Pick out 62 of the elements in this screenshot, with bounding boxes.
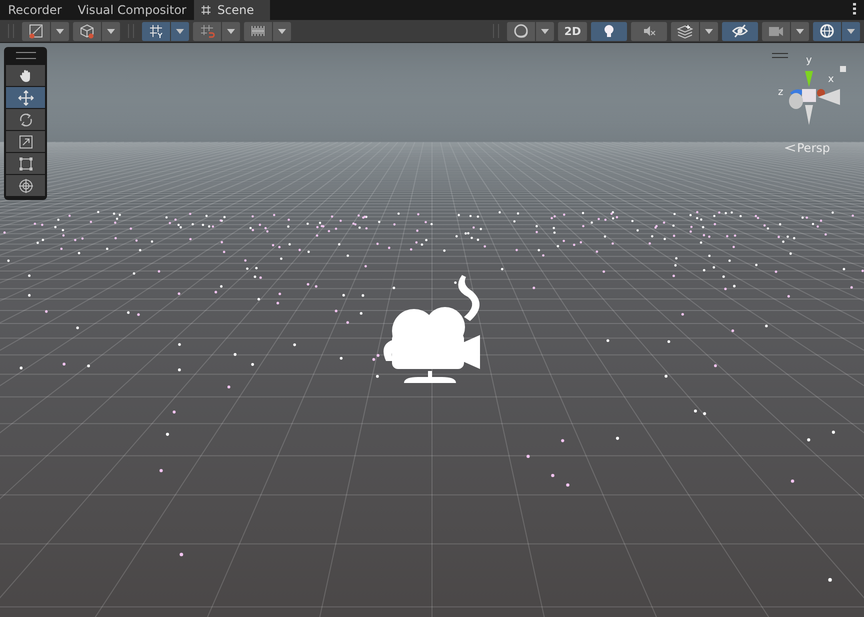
toolbar-button[interactable] bbox=[244, 22, 272, 40]
layers-icon bbox=[677, 23, 693, 39]
cube-icon bbox=[79, 23, 95, 39]
dropdown-button[interactable] bbox=[222, 22, 240, 40]
axis-label: z bbox=[778, 87, 784, 98]
scale-icon bbox=[18, 134, 34, 150]
toolbar-button[interactable] bbox=[631, 22, 667, 40]
more-options-icon[interactable] bbox=[853, 3, 856, 15]
ruler-icon bbox=[250, 23, 266, 39]
axis-label: x bbox=[828, 74, 834, 85]
rect-tool-icon bbox=[18, 156, 34, 172]
dropdown-button[interactable] bbox=[171, 22, 189, 40]
toolbar-button[interactable] bbox=[73, 22, 101, 40]
dropdown-button[interactable] bbox=[273, 22, 291, 40]
tool-button[interactable] bbox=[6, 175, 45, 196]
caret-icon bbox=[705, 28, 713, 34]
axis-label: y bbox=[806, 55, 812, 66]
snap-grid-icon bbox=[199, 23, 215, 39]
dropdown-button[interactable] bbox=[536, 22, 554, 40]
transform-icon bbox=[18, 178, 34, 194]
draw-mode-icon bbox=[28, 23, 44, 39]
caret-icon bbox=[227, 28, 235, 34]
caret-icon bbox=[796, 28, 804, 34]
tool-button[interactable] bbox=[6, 131, 45, 152]
menu-icon[interactable] bbox=[772, 53, 788, 58]
toolbar-button[interactable]: 2D bbox=[558, 22, 587, 40]
toolbar-button[interactable] bbox=[507, 22, 536, 40]
grid-icon bbox=[148, 23, 164, 39]
caret-icon bbox=[278, 28, 286, 34]
hidden-eye-icon bbox=[732, 23, 748, 39]
sphere-icon bbox=[513, 23, 530, 39]
caret-icon bbox=[541, 28, 550, 34]
dropdown-button[interactable] bbox=[51, 22, 69, 40]
caret-icon bbox=[107, 28, 115, 34]
toolbar-button[interactable] bbox=[722, 22, 758, 40]
caret-icon bbox=[176, 28, 184, 34]
drag-handle[interactable] bbox=[16, 52, 36, 59]
tool-button[interactable] bbox=[6, 109, 45, 130]
chevron-icon bbox=[785, 144, 795, 152]
dropdown-button[interactable] bbox=[700, 22, 718, 40]
toolbar-button[interactable] bbox=[762, 22, 790, 40]
dropdown-button[interactable] bbox=[791, 22, 809, 40]
panel-tab[interactable]: Recorder bbox=[0, 0, 70, 20]
tool-button[interactable] bbox=[6, 87, 45, 108]
dropdown-button[interactable] bbox=[102, 22, 120, 40]
gizmo-globe-icon bbox=[819, 23, 835, 39]
move-arrows-icon bbox=[18, 90, 34, 106]
dropdown-button[interactable] bbox=[842, 22, 860, 40]
tool-button[interactable] bbox=[6, 153, 45, 174]
caret-icon bbox=[56, 28, 64, 34]
hash-icon bbox=[200, 4, 212, 16]
toolbar-button[interactable] bbox=[591, 22, 627, 40]
toolbar-button[interactable] bbox=[22, 22, 50, 40]
rotate-icon bbox=[18, 112, 34, 128]
caret-icon bbox=[847, 28, 855, 34]
toolbar-button[interactable] bbox=[671, 22, 699, 40]
panel-tab[interactable]: Scene bbox=[194, 0, 270, 20]
toolbar-button[interactable] bbox=[142, 22, 170, 40]
toolbar-button[interactable] bbox=[813, 22, 841, 40]
toolbar-button[interactable] bbox=[193, 22, 221, 40]
tool-button[interactable] bbox=[6, 65, 45, 86]
panel-tab[interactable]: Visual Compositor bbox=[70, 0, 194, 20]
